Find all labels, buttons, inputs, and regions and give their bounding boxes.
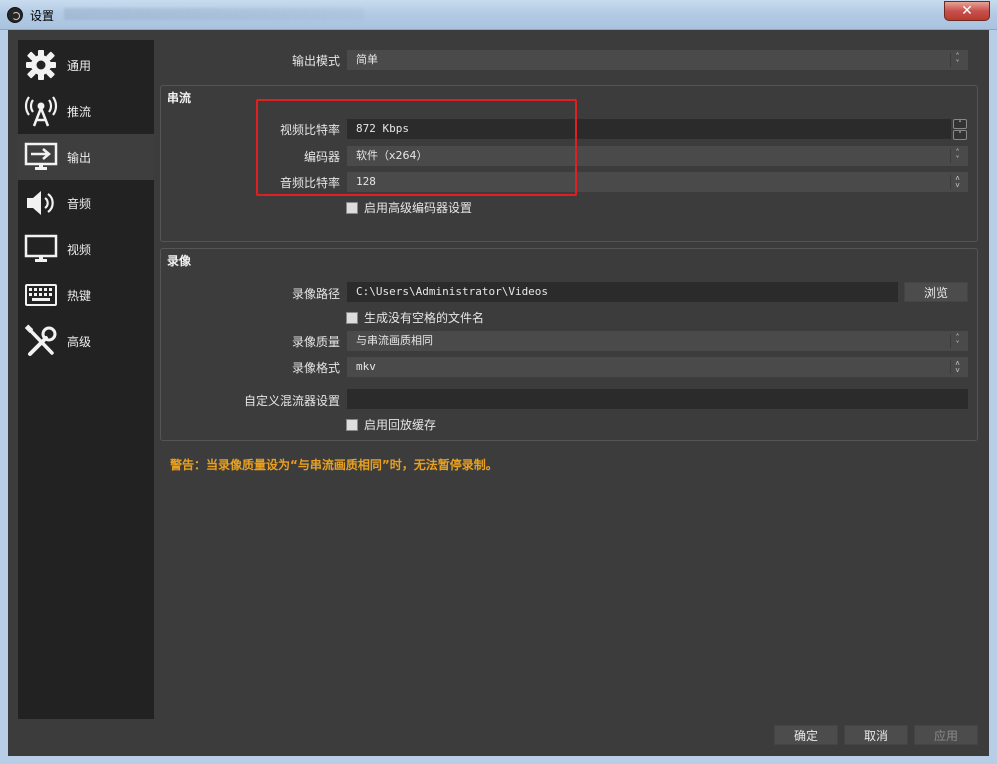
sidebar-item-audio[interactable]: 音频 (18, 180, 154, 226)
no-space-filename-checkbox-row[interactable]: 生成没有空格的文件名 (346, 309, 484, 326)
settings-sidebar: 通用 推流 输出 音频 视频 热键 高级 (18, 40, 154, 719)
spin-up-icon[interactable]: ˄ (953, 119, 967, 129)
sidebar-item-output[interactable]: 输出 (18, 134, 154, 180)
recording-path-input[interactable]: C:\Users\Administrator\Videos (347, 282, 898, 302)
settings-client-area: 通用 推流 输出 音频 视频 热键 高级 输出模式 简单 ˄ ˅ 串流 视频比特… (8, 30, 989, 756)
recording-format-select[interactable]: mkv ˄ ˅ (347, 357, 968, 377)
replay-buffer-label: 启用回放缓存 (364, 418, 437, 432)
spin-down-icon[interactable]: ˅ (953, 130, 967, 140)
browse-button[interactable]: 浏览 (904, 282, 968, 302)
replay-buffer-checkbox-row[interactable]: 启用回放缓存 (346, 416, 436, 433)
broadcast-antenna-icon (21, 91, 61, 131)
combo-arrows-icon: ˄ ˅ (950, 149, 964, 164)
sidebar-item-label: 通用 (67, 58, 92, 73)
advanced-encoder-checkbox-row[interactable]: 启用高级编码器设置 (346, 199, 472, 216)
window-frame-left (0, 30, 8, 764)
speaker-icon (21, 183, 61, 223)
window-frame-right (989, 30, 997, 764)
title-bar: 设置 ✕ (0, 0, 997, 30)
window-close-button[interactable]: ✕ (944, 1, 990, 21)
tools-icon (21, 321, 61, 361)
sidebar-item-general[interactable]: 通用 (18, 42, 154, 88)
red-highlight-annotation (256, 99, 577, 196)
recording-quality-value: 与串流画质相同 (356, 334, 433, 347)
apply-button[interactable]: 应用 (914, 725, 978, 745)
gear-icon (21, 45, 61, 85)
obs-app-icon (7, 7, 23, 23)
recording-quality-select[interactable]: 与串流画质相同 ˄ ˅ (347, 331, 968, 351)
sidebar-item-advanced[interactable]: 高级 (18, 318, 154, 364)
sidebar-item-label: 视频 (67, 242, 92, 257)
monitor-arrow-icon (21, 137, 61, 177)
recording-format-value: mkv (356, 360, 376, 373)
sidebar-item-label: 热键 (67, 288, 92, 303)
monitor-icon (21, 229, 61, 269)
combo-arrows-icon: ˄ ˅ (950, 53, 964, 68)
window-title: 设置 (30, 9, 55, 23)
output-mode-label: 输出模式 (291, 54, 340, 68)
recording-format-label: 录像格式 (291, 361, 340, 375)
recording-path-label: 录像路径 (291, 287, 340, 301)
sidebar-item-video[interactable]: 视频 (18, 226, 154, 272)
muxer-settings-input[interactable] (347, 389, 968, 409)
advanced-encoder-label: 启用高级编码器设置 (364, 201, 473, 215)
title-ghost-overlay (64, 8, 364, 20)
no-space-filename-label: 生成没有空格的文件名 (364, 311, 485, 325)
cancel-button[interactable]: 取消 (844, 725, 908, 745)
combo-arrows-icon: ˄ ˅ (950, 334, 964, 349)
combo-arrows-icon: ˄ ˅ (950, 360, 964, 375)
window-frame-bottom (0, 756, 997, 764)
sidebar-item-label: 音频 (67, 196, 92, 211)
streaming-group-title: 串流 (167, 91, 192, 105)
recording-group-title: 录像 (167, 254, 192, 268)
recording-quality-label: 录像质量 (291, 335, 340, 349)
ok-button[interactable]: 确定 (774, 725, 838, 745)
warning-text: 警告：当录像质量设为“与串流画质相同”时，无法暂停录制。 (170, 458, 498, 472)
no-space-filename-checkbox[interactable] (346, 311, 358, 324)
replay-buffer-checkbox[interactable] (346, 418, 358, 431)
combo-arrows-icon: ˄ ˅ (950, 175, 964, 190)
keyboard-icon (21, 275, 61, 315)
advanced-encoder-checkbox[interactable] (346, 201, 358, 214)
sidebar-item-hotkeys[interactable]: 热键 (18, 272, 154, 318)
sidebar-item-label: 输出 (67, 150, 92, 165)
sidebar-item-label: 高级 (67, 334, 92, 349)
sidebar-item-label: 推流 (67, 104, 92, 119)
video-bitrate-spinner[interactable]: ˄ ˅ (953, 119, 969, 141)
muxer-settings-label: 自定义混流器设置 (243, 394, 340, 408)
sidebar-item-stream[interactable]: 推流 (18, 88, 154, 134)
output-mode-value: 简单 (356, 53, 378, 66)
output-mode-select[interactable]: 简单 ˄ ˅ (347, 50, 968, 70)
